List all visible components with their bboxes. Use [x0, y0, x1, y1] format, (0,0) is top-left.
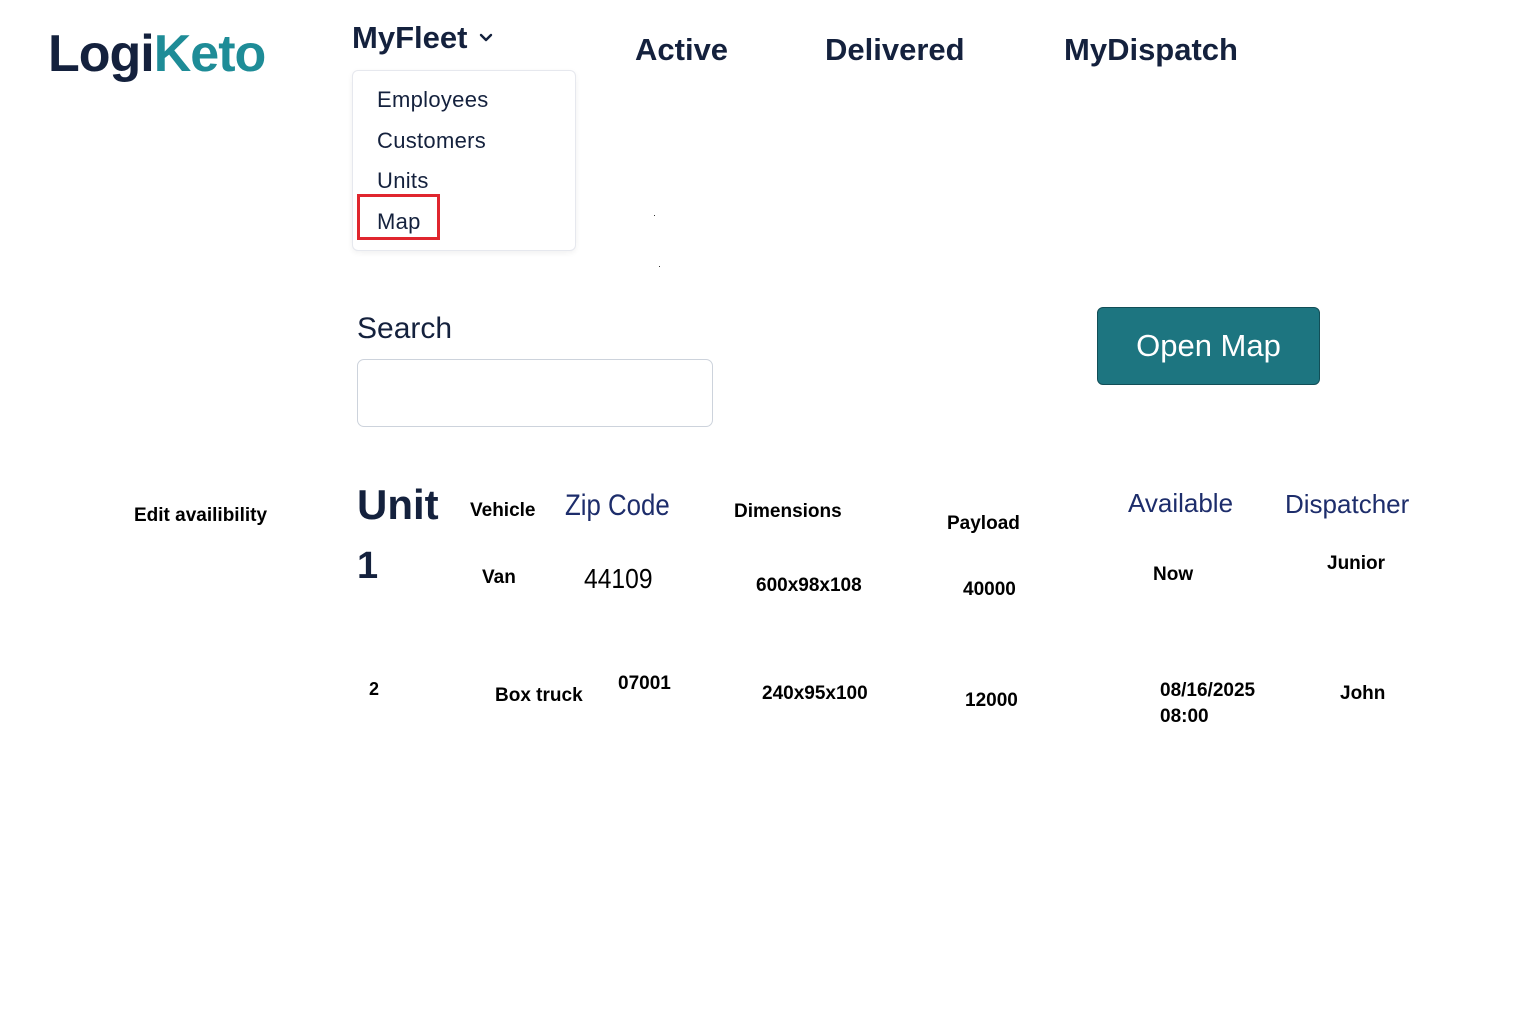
- search-label: Search: [357, 312, 453, 345]
- row2-available-date: 08/16/2025: [1160, 680, 1256, 701]
- nav-delivered[interactable]: Delivered: [825, 32, 965, 68]
- header-payload: Payload: [947, 513, 1020, 534]
- nav-mydispatch[interactable]: MyDispatch: [1064, 32, 1238, 68]
- speck: [659, 266, 660, 267]
- nav-active[interactable]: Active: [635, 32, 728, 68]
- header-dispatcher: Dispatcher: [1285, 489, 1410, 519]
- row2-payload: 12000: [965, 690, 1018, 711]
- logo-part-2: Keto: [153, 25, 267, 83]
- row1-dispatcher: Junior: [1327, 553, 1386, 574]
- row1-unit: 1: [357, 545, 379, 587]
- nav-myfleet[interactable]: MyFleet: [352, 20, 493, 56]
- header-vehicle: Vehicle: [470, 500, 536, 521]
- search-input[interactable]: [357, 359, 713, 427]
- logo-part-1: Logi: [48, 25, 155, 83]
- dropdown-item-customers[interactable]: Customers: [377, 128, 486, 154]
- chevron-down-icon: [480, 33, 493, 42]
- map-highlight-box: [357, 194, 440, 240]
- header-zip-code: Zip Code: [565, 489, 670, 522]
- row2-vehicle: Box truck: [495, 685, 583, 706]
- row2-dimensions: 240x95x100: [762, 683, 868, 704]
- row1-dimensions: 600x98x108: [756, 575, 862, 596]
- logo[interactable]: LogiKeto: [48, 24, 267, 84]
- open-map-button[interactable]: Open Map: [1097, 307, 1320, 385]
- header-dimensions: Dimensions: [734, 501, 842, 522]
- row2-unit: 2: [369, 679, 380, 699]
- row2-dispatcher: John: [1340, 683, 1386, 704]
- dropdown-item-units[interactable]: Units: [377, 168, 429, 194]
- header-available: Available: [1128, 488, 1234, 518]
- edit-availability-link[interactable]: Edit availibility: [134, 505, 267, 527]
- row1-payload: 40000: [963, 579, 1016, 600]
- row2-zip: 07001: [618, 673, 671, 694]
- speck: [654, 215, 655, 216]
- row2-available-time: 08:00: [1160, 706, 1209, 727]
- row1-vehicle: Van: [482, 567, 516, 588]
- dropdown-item-employees[interactable]: Employees: [377, 87, 489, 113]
- row1-available: Now: [1153, 564, 1194, 585]
- nav-myfleet-label: MyFleet: [352, 20, 468, 55]
- row1-zip: 44109: [584, 563, 653, 594]
- header-unit: Unit: [357, 481, 439, 528]
